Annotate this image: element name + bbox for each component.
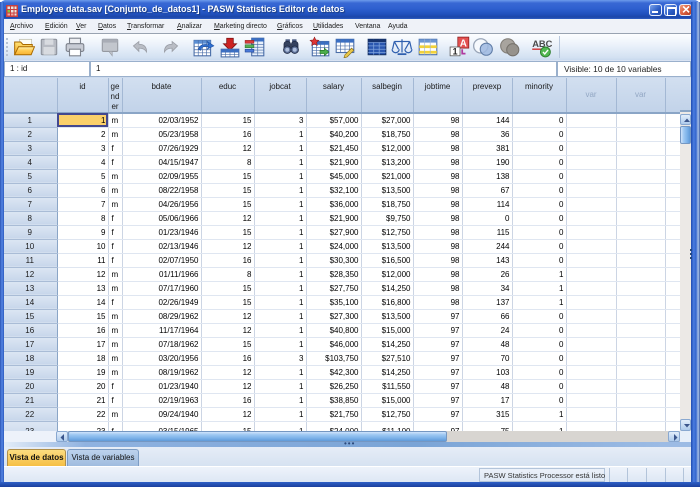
- svg-text:1: 1: [453, 47, 458, 57]
- svg-text:A: A: [460, 38, 467, 49]
- svg-text:ABC: ABC: [532, 39, 552, 49]
